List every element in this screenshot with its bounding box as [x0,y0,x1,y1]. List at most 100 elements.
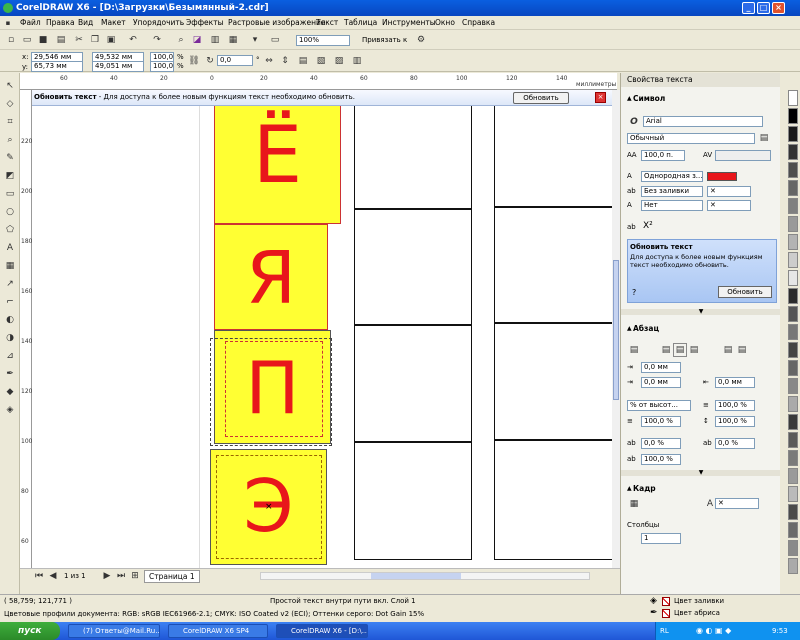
palette-swatch[interactable] [788,162,798,178]
align-center-icon[interactable]: ▤ [673,343,687,357]
text-flow-icon[interactable]: ▤ [296,54,310,68]
palette-swatch[interactable] [788,468,798,484]
mirror-h-icon[interactable]: ⇔ [262,54,276,68]
palette-swatch[interactable] [788,450,798,466]
text-tool-icon[interactable]: A [3,241,17,255]
paragraph-section-header[interactable]: Абзац [621,323,781,335]
print-icon[interactable]: ▤ [54,33,68,47]
first-page-icon[interactable]: ⏮ [32,569,46,583]
options-icon[interactable]: ⚙ [414,33,428,47]
table-cell[interactable] [494,323,612,440]
right-indent-field[interactable]: 0,0 мм [715,377,755,388]
letter-card[interactable]: Ё [214,106,341,224]
ellipse-tool-icon[interactable]: ○ [3,205,17,219]
align-none-icon[interactable]: ▤ [627,343,641,357]
align-icon[interactable]: ▥ [350,54,364,68]
smart-fill-icon[interactable]: ◩ [3,169,17,183]
outline-color-swatch[interactable]: ✕ [707,200,751,211]
table-cell[interactable] [494,440,612,560]
copy-icon[interactable]: ❐ [88,33,102,47]
import-icon[interactable]: ◪ [190,33,204,47]
menu-table[interactable]: Таблица [344,18,377,27]
palette-swatch[interactable] [788,306,798,322]
menu-text[interactable]: Текст [316,18,338,27]
menu-bitmaps[interactable]: Растровые изображения [228,18,325,27]
transparency-tool-icon[interactable]: ◑ [3,331,17,345]
scroll-thumb[interactable] [371,573,461,579]
maximize-button[interactable]: □ [757,2,770,14]
palette-swatch[interactable] [788,486,798,502]
outline-select[interactable]: Нет [641,200,703,211]
palette-swatch[interactable] [788,504,798,520]
collapse-icon[interactable]: ▲ [627,95,632,102]
welcome-icon[interactable]: ▭ [268,33,282,47]
font-style-select[interactable]: Обычный [627,133,755,144]
taskbar-item-active[interactable]: CorelDRAW X6 - [D:\... [276,624,368,638]
start-button[interactable]: пуск [0,622,60,640]
update-button[interactable]: Обновить [513,92,569,104]
letter-card[interactable]: Я [214,224,328,330]
add-page-icon[interactable]: ⊞ [128,569,142,583]
outline-tool-icon[interactable]: ✒ [3,367,17,381]
columns-field[interactable]: 1 [641,533,681,544]
horizontal-ruler[interactable]: 60 40 20 0 20 40 60 80 100 120 140 милли… [20,73,617,90]
section-separator[interactable]: ▼ [621,470,781,476]
font-list-icon[interactable]: ▤ [757,131,771,145]
bg-color-swatch[interactable]: ✕ [707,186,751,197]
zoom-level-select[interactable]: 100% [296,35,350,46]
kerning-field[interactable] [715,150,771,161]
freehand-tool-icon[interactable]: ✎ [3,151,17,165]
menu-layout[interactable]: Макет [101,18,126,27]
menu-effects[interactable]: Эффекты [186,18,224,27]
prev-page-icon[interactable]: ◀ [46,569,60,583]
menu-window[interactable]: Окно [435,18,455,27]
font-size-field[interactable]: 100,0 п. [641,150,685,161]
undo-icon[interactable]: ↶ [126,33,140,47]
interactive-fill-icon[interactable]: ◈ [3,403,17,417]
publish-pdf-icon[interactable]: ▦ [226,33,240,47]
outline-color-indicator[interactable] [662,609,670,618]
cut-icon[interactable]: ✂ [72,33,86,47]
before-paragraph-field[interactable]: 100,0 % [715,400,755,411]
document-icon[interactable]: ▪ [2,16,14,28]
menu-view[interactable]: Вид [78,18,93,27]
pick-tool-icon[interactable]: ↖ [3,79,17,93]
effects-tool-icon[interactable]: ◐ [3,313,17,327]
color-profiles[interactable]: Цветовые профили документа: RGB: sRGB IE… [4,610,424,618]
crop-tool-icon[interactable]: ⌗ [3,115,17,129]
fit-text-icon[interactable]: ▨ [332,54,346,68]
align-left-icon[interactable]: ▤ [659,343,673,357]
table-cell[interactable] [354,209,472,325]
palette-swatch[interactable] [788,522,798,538]
palette-swatch[interactable] [788,234,798,250]
table-cell[interactable] [354,106,472,209]
character-spacing-field[interactable]: 0,0 % [715,438,755,449]
palette-swatch[interactable] [788,180,798,196]
letter-card[interactable]: Э × [210,449,327,565]
fill-tool-icon[interactable]: ◆ [3,385,17,399]
menu-file[interactable]: Файл [20,18,41,27]
align-right-icon[interactable]: ▤ [687,343,701,357]
menu-edit[interactable]: Правка [46,18,75,27]
scale-y-field[interactable]: 100,0 [150,61,174,72]
palette-swatch[interactable] [788,360,798,376]
palette-swatch[interactable] [788,396,798,412]
angle-field[interactable]: 0,0 [217,55,253,66]
y-position-field[interactable]: 65,73 мм [31,61,83,72]
text-color-swatch[interactable] [707,172,737,181]
last-page-icon[interactable]: ⏭ [114,569,128,583]
close-button[interactable]: × [772,2,785,14]
palette-swatch[interactable] [788,198,798,214]
superscript-icon[interactable]: X² [643,221,653,231]
language-spacing-field[interactable]: 0,0 % [641,438,681,449]
paste-icon[interactable]: ▣ [104,33,118,47]
minimize-button[interactable]: _ [742,2,755,14]
word-spacing-field[interactable]: 100,0 % [641,454,681,465]
symbol-section-header[interactable]: Символ [621,93,781,105]
after-paragraph-field[interactable]: 100,0 % [641,416,681,427]
bg-fill-select[interactable]: Без заливки [641,186,703,197]
table-cell[interactable] [354,325,472,442]
fill-type-select[interactable]: Однородная з... [641,171,703,182]
place-inside-icon[interactable]: ▧ [314,54,328,68]
menu-tools[interactable]: Инструменты [382,18,436,27]
